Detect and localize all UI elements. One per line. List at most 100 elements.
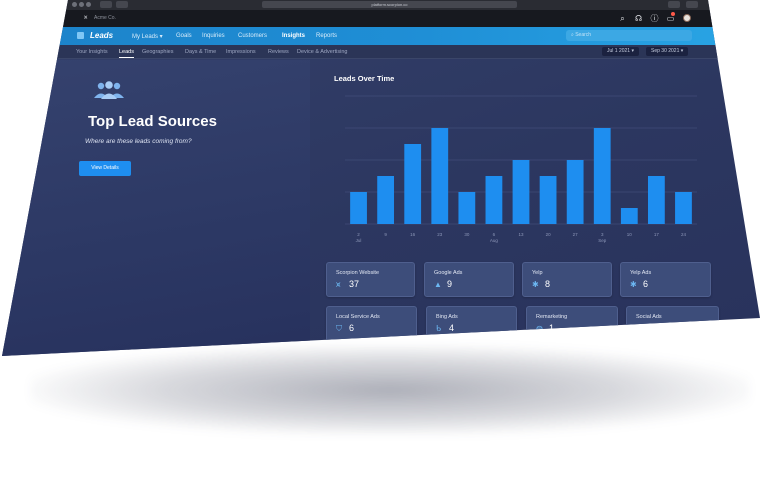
users-icon (94, 81, 124, 99)
lead-source-card[interactable]: Yelp ✱ 8 (522, 262, 612, 297)
x-tick-label: 30 (464, 232, 470, 237)
start-date-picker[interactable]: Jul 1 2021 ▾ (602, 47, 639, 56)
chart-bar[interactable] (566, 160, 584, 224)
leads-over-time-chart: 2 9 16 23 30 6 13 20 27 3 10 17 24 Jul Aug Sep (345, 95, 697, 243)
lead-source-count: 37 (349, 279, 360, 289)
chart-title: Leads Over Time (334, 74, 395, 83)
maximize-window-icon[interactable] (86, 2, 91, 7)
search-icon[interactable]: ⌕ (618, 14, 627, 23)
close-window-icon[interactable] (72, 2, 77, 7)
chart-bar[interactable] (377, 176, 395, 224)
chart-bar[interactable] (512, 160, 530, 224)
chart-bar[interactable] (431, 128, 449, 224)
tab-geographies[interactable]: Geographies (142, 49, 174, 55)
main-nav: Leads My Leads ▾ Goals Inquiries Custome… (2, 27, 760, 45)
tab-your-insights[interactable]: Your Insights (76, 49, 108, 55)
search-input[interactable]: ⌕ Search (566, 30, 692, 41)
lead-source-label: Remarketing (536, 314, 568, 320)
lead-source-card[interactable]: Google Ads ▲ 9 (424, 262, 514, 297)
lead-source-label: Yelp Ads (630, 270, 652, 276)
x-tick-label: 24 (681, 232, 687, 237)
minimize-window-icon[interactable] (79, 2, 84, 7)
yelp-icon: ✱ (630, 280, 637, 289)
x-tick-label: 2 (357, 232, 360, 237)
nav-customers[interactable]: Customers (238, 33, 267, 39)
lead-source-count: 9 (447, 279, 453, 289)
url-bar[interactable]: platform.scorpion.co (262, 1, 517, 8)
chart-bar[interactable] (647, 176, 665, 224)
lead-source-count: 6 (349, 323, 355, 333)
yelp-icon: ✱ (532, 280, 539, 289)
lead-source-card[interactable]: Yelp Ads ✱ 6 (620, 262, 711, 297)
chart-bar[interactable] (404, 144, 422, 224)
nav-insights[interactable]: Insights (282, 33, 305, 39)
tab-days-time[interactable]: Days & Time (185, 49, 216, 55)
lead-source-count: 4 (449, 323, 455, 333)
lead-source-card[interactable]: Social Ads ⋖ 1 (626, 306, 719, 343)
lead-source-label: Bing Ads (436, 314, 458, 320)
chart-bar[interactable] (539, 176, 557, 224)
nav-inquiries[interactable]: Inquiries (202, 33, 225, 39)
google-ads-icon: ▲ (434, 280, 442, 289)
x-tick-label: 13 (518, 232, 524, 237)
lead-source-label: Yelp (532, 270, 543, 276)
app-header: ⩙ Acme Co. ⌕ ☊ ⓘ ▭ (2, 10, 760, 27)
lead-source-card[interactable]: Bing Ads ᑲ 4 (426, 306, 517, 343)
hero-title: Top Lead Sources (88, 113, 217, 130)
nav-goals[interactable]: Goals (176, 33, 192, 39)
chart-bar[interactable] (593, 128, 611, 224)
forward-button[interactable] (116, 1, 128, 8)
share-icon: ⋖ (636, 324, 643, 333)
avatar[interactable] (683, 14, 691, 22)
back-button[interactable] (100, 1, 112, 8)
company-name[interactable]: Acme Co. (94, 15, 116, 21)
lead-source-count: 1 (549, 323, 555, 333)
scorpion-logo-icon[interactable]: ⩙ (84, 15, 87, 22)
tab-leads[interactable]: Leads (119, 49, 134, 58)
chart-bar[interactable] (458, 192, 476, 224)
search-placeholder: Search (575, 32, 592, 38)
help-icon[interactable]: ⓘ (650, 14, 659, 23)
x-month-label: Jul (356, 238, 362, 243)
x-tick-label: 20 (546, 232, 552, 237)
lead-source-card[interactable]: Scorpion Website ⩙ 37 (326, 262, 415, 297)
tab-impressions[interactable]: Impressions (226, 49, 256, 55)
lead-source-label: Local Service Ads (336, 314, 380, 320)
x-tick-label: 10 (627, 232, 633, 237)
chart-bar[interactable] (485, 176, 503, 224)
lead-source-label: Social Ads (636, 314, 662, 320)
nav-my-leads[interactable]: My Leads ▾ (132, 33, 163, 40)
chart-bar[interactable] (675, 192, 692, 224)
lead-source-card[interactable]: Local Service Ads ⛉ 6 (326, 306, 417, 343)
hero-panel (2, 60, 310, 356)
chart-bar[interactable] (350, 192, 367, 224)
lead-source-label: Scorpion Website (336, 270, 380, 276)
scorpion-icon: ⩙ (336, 280, 341, 289)
section-title-label: Leads (90, 31, 114, 40)
tab-reviews[interactable]: Reviews (268, 49, 289, 55)
sub-nav: Your Insights Leads Geographies Days & T… (2, 45, 760, 59)
end-date-picker[interactable]: Sep 30 2021 ▾ (646, 47, 689, 56)
x-tick-label: 9 (384, 232, 387, 237)
notification-badge (671, 12, 675, 16)
lead-source-count: 1 (649, 323, 655, 333)
tab-device-advertising[interactable]: Device & Advertising (297, 49, 347, 55)
x-tick-label: 16 (410, 232, 416, 237)
x-tick-label: 27 (573, 232, 579, 237)
bing-icon: ᑲ (436, 324, 442, 333)
hero-subtitle: Where are these leads coming from? (85, 138, 192, 145)
globe-icon: ◍ (536, 324, 543, 333)
shield-icon: ⛉ (336, 324, 342, 333)
view-details-button[interactable]: View Details (79, 161, 131, 176)
leads-icon (77, 32, 84, 39)
section-title[interactable]: Leads (77, 31, 113, 40)
new-tab-button[interactable] (686, 1, 698, 8)
share-button[interactable] (668, 1, 680, 8)
browser-titlebar: platform.scorpion.co (2, 0, 760, 10)
lead-source-count: 8 (545, 279, 551, 289)
chart-bar[interactable] (620, 208, 638, 224)
x-tick-label: 3 (601, 232, 604, 237)
lead-source-card[interactable]: Remarketing ◍ 1 (526, 306, 618, 343)
nav-reports[interactable]: Reports (316, 33, 337, 39)
headset-icon[interactable]: ☊ (634, 14, 643, 23)
